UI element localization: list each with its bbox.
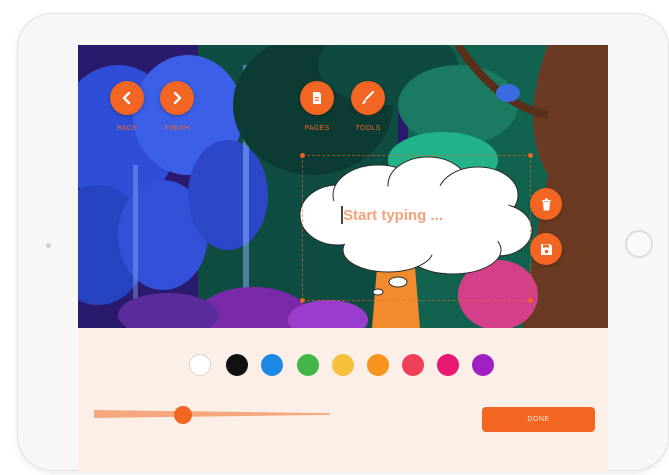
chevron-right-icon (173, 91, 182, 105)
finish-label: FINISH (164, 125, 190, 132)
color-swatch-red[interactable] (402, 354, 424, 376)
color-swatch-blue[interactable] (261, 354, 283, 376)
text-selection-box[interactable] (300, 153, 533, 303)
tablet-home-button[interactable] (625, 230, 653, 258)
delete-button[interactable] (530, 188, 562, 220)
done-button[interactable]: DONE (482, 407, 595, 432)
brush-icon (362, 91, 374, 104)
app-screen: BACK FINISH PAGES TOOLS Start typing ... (78, 45, 608, 472)
resize-handle[interactable] (300, 298, 305, 303)
color-swatch-black[interactable] (226, 354, 248, 376)
resize-handle[interactable] (528, 298, 533, 303)
pages-label: PAGES (304, 125, 330, 132)
text-input[interactable]: Start typing ... (343, 207, 443, 224)
color-swatch-yellow[interactable] (332, 354, 354, 376)
color-swatch-pink[interactable] (437, 354, 459, 376)
color-swatch-purple[interactable] (472, 354, 494, 376)
brush-size-slider-track[interactable] (94, 410, 330, 418)
tools-label: TOOLS (355, 125, 381, 132)
tool-panel: DONE (78, 328, 608, 472)
trash-icon (541, 198, 551, 210)
color-swatch-green[interactable] (297, 354, 319, 376)
finish-button[interactable] (160, 81, 194, 115)
tools-button[interactable] (351, 81, 385, 115)
brush-size-slider-thumb[interactable] (174, 406, 192, 424)
floppy-disk-icon (540, 243, 552, 255)
page-icon (313, 92, 321, 104)
color-swatch-white[interactable] (189, 354, 211, 376)
tablet-camera (46, 243, 51, 248)
back-button[interactable] (110, 81, 144, 115)
chevron-left-icon (122, 91, 131, 105)
color-swatch-orange[interactable] (367, 354, 389, 376)
back-label: BACK (116, 125, 138, 132)
pages-button[interactable] (300, 81, 334, 115)
resize-handle[interactable] (528, 153, 533, 158)
save-button[interactable] (530, 233, 562, 265)
resize-handle[interactable] (300, 153, 305, 158)
